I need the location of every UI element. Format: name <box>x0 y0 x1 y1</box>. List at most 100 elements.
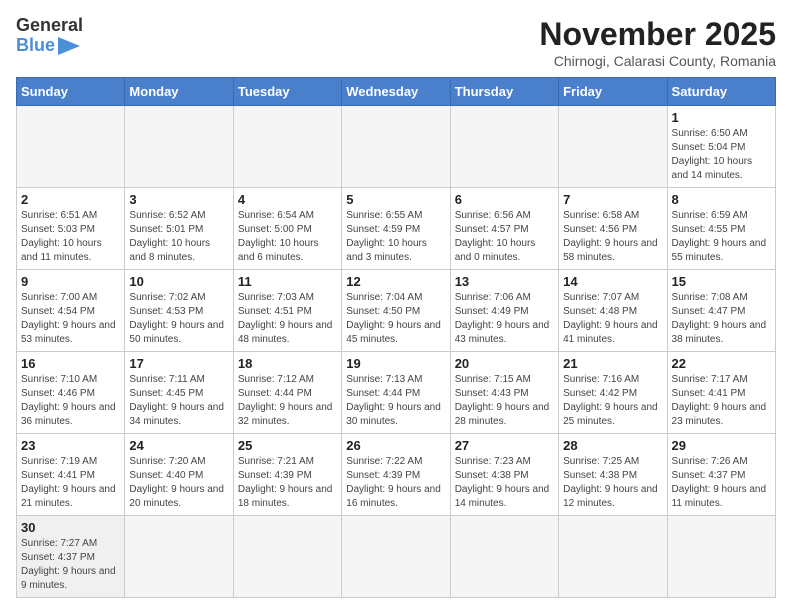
calendar-week-row: 1 Sunrise: 6:50 AM Sunset: 5:04 PM Daylig… <box>17 106 776 188</box>
calendar-day-cell <box>125 516 233 598</box>
calendar-day-cell: 27Sunrise: 7:23 AM Sunset: 4:38 PM Dayli… <box>450 434 558 516</box>
day-number: 3 <box>129 192 228 207</box>
calendar-week-row: 16 Sunrise: 7:10 AM Sunset: 4:46 PM Dayli… <box>17 352 776 434</box>
calendar-day-cell <box>17 106 125 188</box>
day-info: Sunrise: 6:56 AM Sunset: 4:57 PM Dayligh… <box>455 209 554 265</box>
day-info: Sunrise: 7:26 AM Sunset: 4:37 PM Dayligh… <box>672 455 771 511</box>
weekday-header-saturday: Saturday <box>667 78 775 106</box>
calendar-day-cell: 16 Sunrise: 7:10 AM Sunset: 4:46 PM Dayli… <box>17 352 125 434</box>
calendar-day-cell <box>342 106 450 188</box>
day-info: Sunrise: 7:10 AM Sunset: 4:46 PM Dayligh… <box>21 373 120 429</box>
calendar-day-cell: 9 Sunrise: 7:00 AM Sunset: 4:54 PM Daylig… <box>17 270 125 352</box>
day-info: Sunrise: 7:21 AM Sunset: 4:39 PM Dayligh… <box>238 455 337 511</box>
day-number: 8 <box>672 192 771 207</box>
day-number: 23 <box>21 438 120 453</box>
weekday-header-tuesday: Tuesday <box>233 78 341 106</box>
day-info: Sunrise: 6:59 AM Sunset: 4:55 PM Dayligh… <box>672 209 771 265</box>
day-number: 29 <box>672 438 771 453</box>
day-number: 17 <box>129 356 228 371</box>
calendar-day-cell: 29 Sunrise: 7:26 AM Sunset: 4:37 PM Dayli… <box>667 434 775 516</box>
day-number: 1 <box>672 110 771 125</box>
day-info: Sunrise: 7:04 AM Sunset: 4:50 PM Dayligh… <box>346 291 445 347</box>
day-info: Sunrise: 7:03 AM Sunset: 4:51 PM Dayligh… <box>238 291 337 347</box>
calendar-day-cell <box>342 516 450 598</box>
day-info: Sunrise: 7:00 AM Sunset: 4:54 PM Dayligh… <box>21 291 120 347</box>
calendar-day-cell <box>450 106 558 188</box>
logo-blue-text: Blue <box>16 36 55 56</box>
day-info: Sunrise: 6:54 AM Sunset: 5:00 PM Dayligh… <box>238 209 337 265</box>
page-header: General Blue November 2025 Chirnogi, Cal… <box>16 16 776 69</box>
day-number: 12 <box>346 274 445 289</box>
location-subtitle: Chirnogi, Calarasi County, Romania <box>539 53 776 69</box>
calendar-day-cell: 7 Sunrise: 6:58 AM Sunset: 4:56 PM Daylig… <box>559 188 667 270</box>
day-number: 13 <box>455 274 554 289</box>
calendar-day-cell: 26 Sunrise: 7:22 AM Sunset: 4:39 PM Dayli… <box>342 434 450 516</box>
day-number: 6 <box>455 192 554 207</box>
day-number: 9 <box>21 274 120 289</box>
day-info: Sunrise: 7:20 AM Sunset: 4:40 PM Dayligh… <box>129 455 228 511</box>
calendar-day-cell: 21Sunrise: 7:16 AM Sunset: 4:42 PM Dayli… <box>559 352 667 434</box>
day-number: 21 <box>563 356 662 371</box>
calendar-day-cell: 19 Sunrise: 7:13 AM Sunset: 4:44 PM Dayli… <box>342 352 450 434</box>
day-info: Sunrise: 7:08 AM Sunset: 4:47 PM Dayligh… <box>672 291 771 347</box>
day-info: Sunrise: 7:11 AM Sunset: 4:45 PM Dayligh… <box>129 373 228 429</box>
logo: General Blue <box>16 16 83 56</box>
day-info: Sunrise: 7:22 AM Sunset: 4:39 PM Dayligh… <box>346 455 445 511</box>
calendar-day-cell: 15 Sunrise: 7:08 AM Sunset: 4:47 PM Dayli… <box>667 270 775 352</box>
day-info: Sunrise: 6:51 AM Sunset: 5:03 PM Dayligh… <box>21 209 120 265</box>
calendar-day-cell: 1 Sunrise: 6:50 AM Sunset: 5:04 PM Daylig… <box>667 106 775 188</box>
calendar-day-cell <box>559 516 667 598</box>
day-number: 18 <box>238 356 337 371</box>
day-info: Sunrise: 7:02 AM Sunset: 4:53 PM Dayligh… <box>129 291 228 347</box>
weekday-header-monday: Monday <box>125 78 233 106</box>
calendar-day-cell <box>450 516 558 598</box>
day-info: Sunrise: 7:12 AM Sunset: 4:44 PM Dayligh… <box>238 373 337 429</box>
calendar-day-cell: 3 Sunrise: 6:52 AM Sunset: 5:01 PM Daylig… <box>125 188 233 270</box>
day-info: Sunrise: 6:52 AM Sunset: 5:01 PM Dayligh… <box>129 209 228 265</box>
day-number: 15 <box>672 274 771 289</box>
day-number: 19 <box>346 356 445 371</box>
day-info: Sunrise: 7:25 AM Sunset: 4:38 PM Dayligh… <box>563 455 662 511</box>
day-number: 26 <box>346 438 445 453</box>
day-number: 20 <box>455 356 554 371</box>
calendar-day-cell: 22Sunrise: 7:17 AM Sunset: 4:41 PM Dayli… <box>667 352 775 434</box>
month-title: November 2025 <box>539 16 776 53</box>
day-info: Sunrise: 6:58 AM Sunset: 4:56 PM Dayligh… <box>563 209 662 265</box>
calendar-day-cell <box>125 106 233 188</box>
calendar-day-cell: 14 Sunrise: 7:07 AM Sunset: 4:48 PM Dayli… <box>559 270 667 352</box>
calendar-day-cell: 17 Sunrise: 7:11 AM Sunset: 4:45 PM Dayli… <box>125 352 233 434</box>
day-number: 14 <box>563 274 662 289</box>
day-info: Sunrise: 7:07 AM Sunset: 4:48 PM Dayligh… <box>563 291 662 347</box>
day-number: 11 <box>238 274 337 289</box>
day-info: Sunrise: 7:13 AM Sunset: 4:44 PM Dayligh… <box>346 373 445 429</box>
day-info: Sunrise: 7:19 AM Sunset: 4:41 PM Dayligh… <box>21 455 120 511</box>
day-number: 22 <box>672 356 771 371</box>
day-info: Sunrise: 6:55 AM Sunset: 4:59 PM Dayligh… <box>346 209 445 265</box>
calendar-day-cell <box>233 516 341 598</box>
day-number: 25 <box>238 438 337 453</box>
day-info: Sunrise: 6:50 AM Sunset: 5:04 PM Dayligh… <box>672 127 771 183</box>
title-block: November 2025 Chirnogi, Calarasi County,… <box>539 16 776 69</box>
day-number: 24 <box>129 438 228 453</box>
weekday-header-friday: Friday <box>559 78 667 106</box>
day-info: Sunrise: 7:06 AM Sunset: 4:49 PM Dayligh… <box>455 291 554 347</box>
weekday-header-row: SundayMondayTuesdayWednesdayThursdayFrid… <box>17 78 776 106</box>
calendar-day-cell <box>233 106 341 188</box>
logo-triangle-icon <box>58 37 80 55</box>
calendar-day-cell: 12 Sunrise: 7:04 AM Sunset: 4:50 PM Dayli… <box>342 270 450 352</box>
calendar-day-cell: 5Sunrise: 6:55 AM Sunset: 4:59 PM Daylig… <box>342 188 450 270</box>
day-info: Sunrise: 7:27 AM Sunset: 4:37 PM Dayligh… <box>21 537 120 593</box>
day-number: 4 <box>238 192 337 207</box>
day-number: 7 <box>563 192 662 207</box>
calendar-day-cell: 4 Sunrise: 6:54 AM Sunset: 5:00 PM Daylig… <box>233 188 341 270</box>
calendar-day-cell: 28Sunrise: 7:25 AM Sunset: 4:38 PM Dayli… <box>559 434 667 516</box>
weekday-header-thursday: Thursday <box>450 78 558 106</box>
day-number: 16 <box>21 356 120 371</box>
calendar-week-row: 23 Sunrise: 7:19 AM Sunset: 4:41 PM Dayli… <box>17 434 776 516</box>
calendar-day-cell: 11 Sunrise: 7:03 AM Sunset: 4:51 PM Dayli… <box>233 270 341 352</box>
calendar-week-row: 9 Sunrise: 7:00 AM Sunset: 4:54 PM Daylig… <box>17 270 776 352</box>
logo-general-text: General <box>16 16 83 36</box>
calendar-day-cell: 25 Sunrise: 7:21 AM Sunset: 4:39 PM Dayli… <box>233 434 341 516</box>
day-info: Sunrise: 7:23 AM Sunset: 4:38 PM Dayligh… <box>455 455 554 511</box>
weekday-header-wednesday: Wednesday <box>342 78 450 106</box>
